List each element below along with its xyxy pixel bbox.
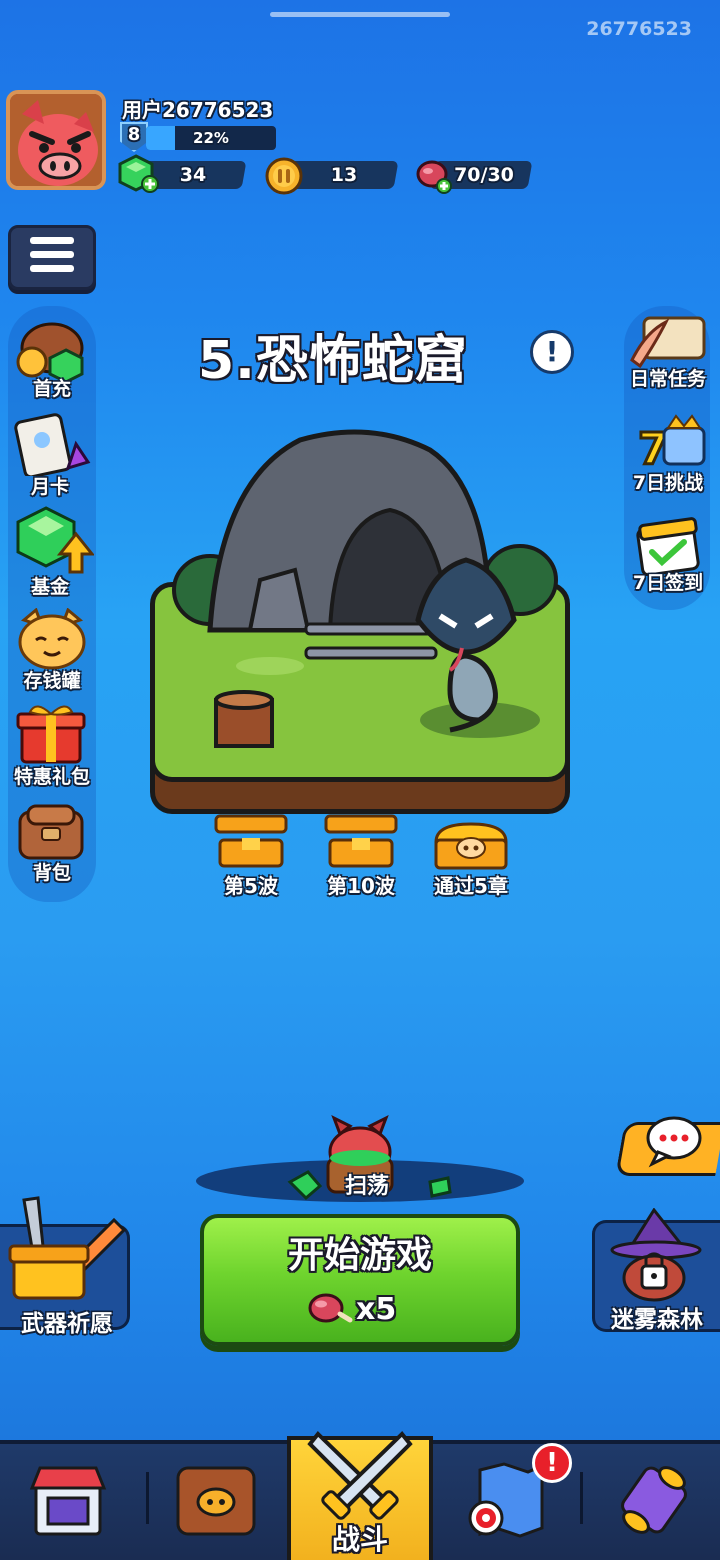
chest-wave-5-label: 第5波 — [224, 874, 278, 898]
backpack-button[interactable]: 背包 — [0, 800, 100, 888]
backpack-label: 背包 — [32, 862, 71, 884]
user-id-label: 26776523 — [586, 18, 692, 40]
special-gift-label: 特惠礼包 — [13, 766, 90, 788]
pig-face-icon — [10, 94, 102, 186]
gem-plus-icon[interactable] — [116, 154, 160, 194]
monthly-card-icon — [14, 413, 91, 476]
nav-separator — [146, 1472, 149, 1524]
hero-chest-icon — [176, 1466, 256, 1536]
fund-button[interactable]: 基金 — [0, 506, 100, 598]
fund-gem-icon — [16, 506, 94, 574]
pig-chest-icon — [434, 822, 508, 870]
menu-icon-line — [30, 265, 74, 272]
coin-count: 13 — [330, 164, 358, 186]
open-chest-icon — [324, 814, 398, 868]
monthly-card-button[interactable]: 月卡 — [0, 410, 100, 498]
seven-day-challenge-button[interactable]: 7 7日挑战 — [616, 412, 720, 498]
drag-handle — [270, 12, 450, 17]
stamina-count: 70/30 — [454, 164, 514, 186]
sweep-button[interactable]: 扫荡 — [280, 1102, 460, 1202]
open-chest-icon — [214, 814, 288, 868]
map-alert-badge: ! — [532, 1443, 572, 1483]
first-recharge-label: 首充 — [32, 378, 71, 400]
weapon-wish-label: 武器祈愿 — [21, 1311, 113, 1337]
xp-percent: 22% — [193, 129, 229, 147]
chest-wave-10[interactable]: 第10波 — [306, 812, 416, 902]
weapon-chest-icon — [8, 1196, 127, 1300]
chest-chapter-5[interactable]: 通过5章 — [416, 818, 526, 902]
daily-tasks-label: 日常任务 — [629, 368, 706, 390]
meat-plus-icon[interactable] — [414, 156, 454, 196]
seven-day-checkin-button[interactable]: 7日签到 — [616, 512, 720, 598]
piggy-bank-cat-icon — [18, 608, 86, 670]
stage-info-button[interactable]: ! — [530, 330, 574, 374]
shop-icon — [29, 1466, 107, 1536]
username: 用户26776523 — [122, 98, 274, 122]
backpack-icon — [18, 804, 84, 860]
nav-tab-shop[interactable] — [28, 1462, 108, 1538]
scroll-quill-icon — [630, 316, 706, 369]
seven-day-checkin-label: 7日签到 — [632, 572, 704, 594]
piggy-bank-label: 存钱罐 — [23, 670, 81, 692]
crossed-swords-icon — [307, 1431, 413, 1520]
witch-lock-icon — [610, 1208, 702, 1302]
first-recharge-button[interactable]: 首充 — [0, 322, 100, 400]
daily-tasks-button[interactable]: 日常任务 — [616, 312, 720, 392]
scroll-tube-icon — [621, 1466, 687, 1534]
menu-icon-line — [30, 251, 74, 258]
meat-icon — [308, 1293, 353, 1323]
special-gift-button[interactable]: 特惠礼包 — [0, 700, 100, 790]
misty-forest-button[interactable]: 迷雾森林 — [588, 1208, 720, 1336]
coin-icon — [265, 157, 303, 195]
tree-stump-icon — [214, 690, 274, 748]
snake-cave-scene — [172, 429, 558, 748]
monthly-card-label: 月卡 — [30, 476, 69, 498]
start-game-label: 开始游戏 — [287, 1235, 432, 1276]
seven-day-challenge-icon: 7 — [637, 414, 706, 474]
start-game-cost: x5 — [356, 1292, 397, 1327]
seven-day-challenge-label: 7日挑战 — [632, 472, 704, 494]
fund-label: 基金 — [30, 576, 69, 598]
piggy-bank-button[interactable]: 存钱罐 — [0, 606, 100, 694]
nav-tab-battle-label: 战斗 — [331, 1523, 388, 1556]
sweep-label: 扫荡 — [344, 1174, 389, 1199]
nav-separator — [580, 1472, 583, 1524]
chest-chapter-5-label: 通过5章 — [434, 874, 508, 898]
calendar-checkin-icon — [636, 517, 700, 576]
gift-box-icon — [16, 705, 86, 764]
misty-forest-label: 迷雾森林 — [611, 1307, 703, 1333]
stage-title: 5.恐怖蛇窟 — [198, 331, 468, 391]
player-level: 8 — [127, 124, 141, 145]
chest-wave-10-label: 第10波 — [327, 874, 395, 898]
gem-count: 34 — [179, 164, 207, 186]
chest-wave-5[interactable]: 第5波 — [196, 812, 306, 902]
weapon-wish-button[interactable]: 武器祈愿 — [0, 1190, 134, 1337]
menu-icon — [30, 237, 74, 244]
nav-tab-heroes[interactable] — [170, 1458, 262, 1542]
nav-tab-battle[interactable]: 战斗 — [300, 1424, 420, 1560]
chat-bubble-icon — [646, 1116, 702, 1168]
player-avatar[interactable] — [6, 90, 106, 190]
nav-tab-scroll[interactable] — [612, 1460, 696, 1540]
